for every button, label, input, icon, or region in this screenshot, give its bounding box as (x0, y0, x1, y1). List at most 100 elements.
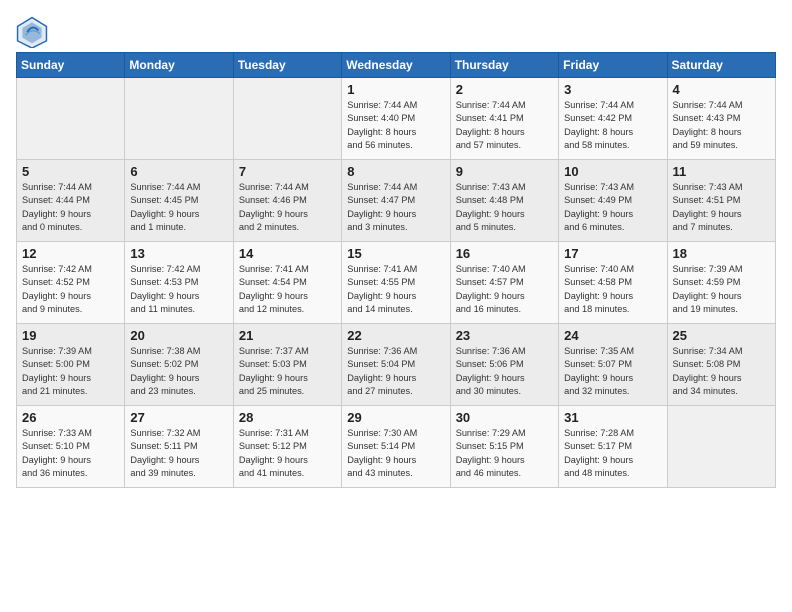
calendar-cell: 3 Sunrise: 7:44 AM Sunset: 4:42 PM Daylig… (559, 78, 667, 160)
day-number: 8 (347, 164, 444, 179)
day-info: Sunrise: 7:30 AM Sunset: 5:14 PM Dayligh… (347, 427, 444, 480)
day-number: 30 (456, 410, 553, 425)
day-info: Sunrise: 7:34 AM Sunset: 5:08 PM Dayligh… (673, 345, 770, 398)
weekday-header-row: SundayMondayTuesdayWednesdayThursdayFrid… (17, 53, 776, 78)
day-info: Sunrise: 7:42 AM Sunset: 4:52 PM Dayligh… (22, 263, 119, 316)
calendar-cell: 26 Sunrise: 7:33 AM Sunset: 5:10 PM Dayli… (17, 406, 125, 488)
calendar-cell: 19 Sunrise: 7:39 AM Sunset: 5:00 PM Dayli… (17, 324, 125, 406)
day-info: Sunrise: 7:40 AM Sunset: 4:58 PM Dayligh… (564, 263, 661, 316)
day-number: 17 (564, 246, 661, 261)
weekday-header-saturday: Saturday (667, 53, 775, 78)
day-number: 12 (22, 246, 119, 261)
calendar-cell: 1 Sunrise: 7:44 AM Sunset: 4:40 PM Daylig… (342, 78, 450, 160)
calendar-cell: 22Sunrise: 7:36 AM Sunset: 5:04 PM Dayli… (342, 324, 450, 406)
day-info: Sunrise: 7:29 AM Sunset: 5:15 PM Dayligh… (456, 427, 553, 480)
day-info: Sunrise: 7:41 AM Sunset: 4:55 PM Dayligh… (347, 263, 444, 316)
day-number: 9 (456, 164, 553, 179)
day-info: Sunrise: 7:44 AM Sunset: 4:44 PM Dayligh… (22, 181, 119, 234)
calendar-cell: 2 Sunrise: 7:44 AM Sunset: 4:41 PM Daylig… (450, 78, 558, 160)
day-number: 27 (130, 410, 227, 425)
day-info: Sunrise: 7:44 AM Sunset: 4:42 PM Dayligh… (564, 99, 661, 152)
day-info: Sunrise: 7:36 AM Sunset: 5:06 PM Dayligh… (456, 345, 553, 398)
calendar-page: SundayMondayTuesdayWednesdayThursdayFrid… (0, 0, 792, 504)
calendar-cell: 28 Sunrise: 7:31 AM Sunset: 5:12 PM Dayli… (233, 406, 341, 488)
day-info: Sunrise: 7:44 AM Sunset: 4:46 PM Dayligh… (239, 181, 336, 234)
day-number: 2 (456, 82, 553, 97)
calendar-cell: 23 Sunrise: 7:36 AM Sunset: 5:06 PM Dayli… (450, 324, 558, 406)
calendar-cell: 15 Sunrise: 7:41 AM Sunset: 4:55 PM Dayli… (342, 242, 450, 324)
day-info: Sunrise: 7:44 AM Sunset: 4:43 PM Dayligh… (673, 99, 770, 152)
day-info: Sunrise: 7:31 AM Sunset: 5:12 PM Dayligh… (239, 427, 336, 480)
day-number: 15 (347, 246, 444, 261)
day-number: 13 (130, 246, 227, 261)
calendar-cell: 16 Sunrise: 7:40 AM Sunset: 4:57 PM Dayli… (450, 242, 558, 324)
calendar-table: SundayMondayTuesdayWednesdayThursdayFrid… (16, 52, 776, 488)
day-number: 23 (456, 328, 553, 343)
day-info: Sunrise: 7:41 AM Sunset: 4:54 PM Dayligh… (239, 263, 336, 316)
calendar-cell: 5 Sunrise: 7:44 AM Sunset: 4:44 PM Daylig… (17, 160, 125, 242)
day-number: 4 (673, 82, 770, 97)
day-info: Sunrise: 7:42 AM Sunset: 4:53 PM Dayligh… (130, 263, 227, 316)
day-info: Sunrise: 7:28 AM Sunset: 5:17 PM Dayligh… (564, 427, 661, 480)
day-number: 14 (239, 246, 336, 261)
day-number: 20 (130, 328, 227, 343)
day-number: 7 (239, 164, 336, 179)
weekday-header-tuesday: Tuesday (233, 53, 341, 78)
day-number: 3 (564, 82, 661, 97)
calendar-cell: 4 Sunrise: 7:44 AM Sunset: 4:43 PM Daylig… (667, 78, 775, 160)
calendar-cell: 14 Sunrise: 7:41 AM Sunset: 4:54 PM Dayli… (233, 242, 341, 324)
day-number: 5 (22, 164, 119, 179)
day-info: Sunrise: 7:43 AM Sunset: 4:49 PM Dayligh… (564, 181, 661, 234)
calendar-cell: 25 Sunrise: 7:34 AM Sunset: 5:08 PM Dayli… (667, 324, 775, 406)
weekday-header-thursday: Thursday (450, 53, 558, 78)
day-info: Sunrise: 7:43 AM Sunset: 4:51 PM Dayligh… (673, 181, 770, 234)
day-info: Sunrise: 7:40 AM Sunset: 4:57 PM Dayligh… (456, 263, 553, 316)
day-info: Sunrise: 7:44 AM Sunset: 4:40 PM Dayligh… (347, 99, 444, 152)
day-number: 1 (347, 82, 444, 97)
day-info: Sunrise: 7:32 AM Sunset: 5:11 PM Dayligh… (130, 427, 227, 480)
calendar-week-row: 5 Sunrise: 7:44 AM Sunset: 4:44 PM Daylig… (17, 160, 776, 242)
day-info: Sunrise: 7:39 AM Sunset: 4:59 PM Dayligh… (673, 263, 770, 316)
day-info: Sunrise: 7:33 AM Sunset: 5:10 PM Dayligh… (22, 427, 119, 480)
calendar-cell: 12 Sunrise: 7:42 AM Sunset: 4:52 PM Dayli… (17, 242, 125, 324)
calendar-cell: 8 Sunrise: 7:44 AM Sunset: 4:47 PM Daylig… (342, 160, 450, 242)
header (16, 10, 776, 48)
day-info: Sunrise: 7:43 AM Sunset: 4:48 PM Dayligh… (456, 181, 553, 234)
calendar-cell: 30 Sunrise: 7:29 AM Sunset: 5:15 PM Dayli… (450, 406, 558, 488)
day-number: 28 (239, 410, 336, 425)
day-info: Sunrise: 7:37 AM Sunset: 5:03 PM Dayligh… (239, 345, 336, 398)
day-number: 29 (347, 410, 444, 425)
calendar-cell (667, 406, 775, 488)
day-number: 26 (22, 410, 119, 425)
day-number: 6 (130, 164, 227, 179)
day-info: Sunrise: 7:44 AM Sunset: 4:45 PM Dayligh… (130, 181, 227, 234)
day-info: Sunrise: 7:44 AM Sunset: 4:47 PM Dayligh… (347, 181, 444, 234)
calendar-cell: 11 Sunrise: 7:43 AM Sunset: 4:51 PM Dayli… (667, 160, 775, 242)
day-number: 21 (239, 328, 336, 343)
calendar-week-row: 12 Sunrise: 7:42 AM Sunset: 4:52 PM Dayli… (17, 242, 776, 324)
calendar-cell: 24 Sunrise: 7:35 AM Sunset: 5:07 PM Dayli… (559, 324, 667, 406)
calendar-cell: 17 Sunrise: 7:40 AM Sunset: 4:58 PM Dayli… (559, 242, 667, 324)
day-number: 18 (673, 246, 770, 261)
day-number: 10 (564, 164, 661, 179)
logo-icon (16, 16, 48, 48)
weekday-header-friday: Friday (559, 53, 667, 78)
day-number: 31 (564, 410, 661, 425)
calendar-cell (233, 78, 341, 160)
calendar-cell: 7 Sunrise: 7:44 AM Sunset: 4:46 PM Daylig… (233, 160, 341, 242)
calendar-cell: 18 Sunrise: 7:39 AM Sunset: 4:59 PM Dayli… (667, 242, 775, 324)
logo (16, 16, 52, 48)
day-info: Sunrise: 7:35 AM Sunset: 5:07 PM Dayligh… (564, 345, 661, 398)
calendar-cell (125, 78, 233, 160)
calendar-cell: 10 Sunrise: 7:43 AM Sunset: 4:49 PM Dayli… (559, 160, 667, 242)
day-info: Sunrise: 7:39 AM Sunset: 5:00 PM Dayligh… (22, 345, 119, 398)
day-info: Sunrise: 7:44 AM Sunset: 4:41 PM Dayligh… (456, 99, 553, 152)
calendar-cell: 13 Sunrise: 7:42 AM Sunset: 4:53 PM Dayli… (125, 242, 233, 324)
day-number: 24 (564, 328, 661, 343)
calendar-cell: 29 Sunrise: 7:30 AM Sunset: 5:14 PM Dayli… (342, 406, 450, 488)
day-number: 25 (673, 328, 770, 343)
calendar-week-row: 26 Sunrise: 7:33 AM Sunset: 5:10 PM Dayli… (17, 406, 776, 488)
day-number: 16 (456, 246, 553, 261)
day-number: 19 (22, 328, 119, 343)
day-number: 11 (673, 164, 770, 179)
